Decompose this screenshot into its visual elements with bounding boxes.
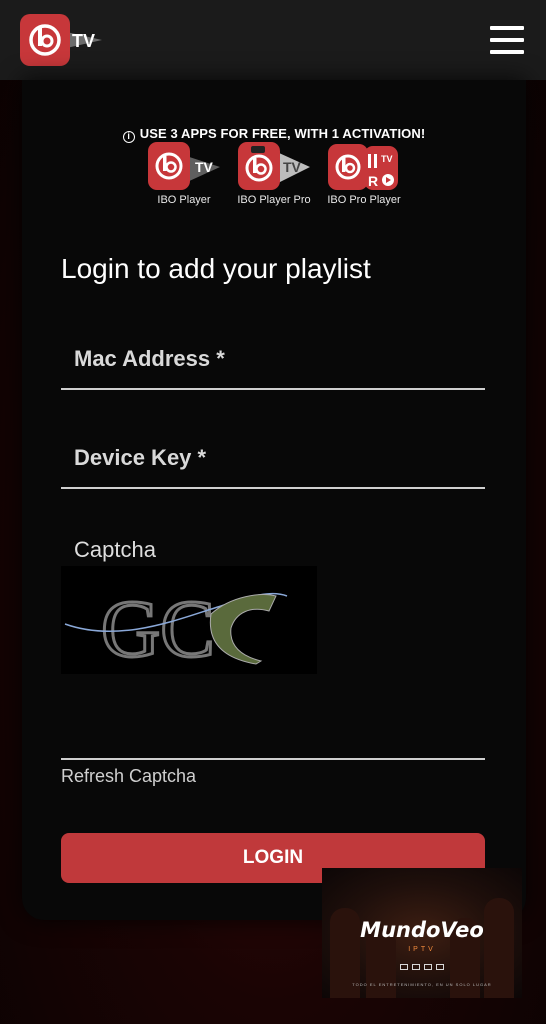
hamburger-menu-icon[interactable]	[490, 26, 524, 54]
app-logo[interactable]: TV	[20, 12, 104, 68]
promo-text: USE 3 APPS FOR FREE, WITH 1 ACTIVATION!	[139, 126, 426, 141]
captcha-input[interactable]	[61, 700, 485, 760]
svg-text:TV: TV	[283, 159, 302, 175]
ad-tagline: TODO EL ENTRETENIMIENTO, EN UN SOLO LUGA…	[352, 982, 492, 987]
mundoveo-ad-banner[interactable]: MundoVeo IPTV TODO EL ENTRETENIMIENTO, E…	[322, 868, 522, 998]
ibo-logo-icon: TV	[20, 14, 102, 66]
svg-text:TV: TV	[195, 159, 214, 175]
mac-address-field[interactable]: Mac Address *	[61, 330, 485, 390]
login-card: i USE 3 APPS FOR FREE, WITH 1 ACTIVATION!…	[22, 80, 526, 920]
ibo-player-logo-icon: TV	[148, 142, 220, 190]
app-caption: IBO Player	[157, 194, 211, 206]
app-ibo-player[interactable]: TV IBO Player	[145, 142, 223, 206]
app-ibo-pro-player[interactable]: TV R IBO Pro Player	[325, 142, 403, 206]
ad-sub: IPTV	[408, 946, 436, 953]
svg-text:TV: TV	[381, 154, 393, 164]
device-key-placeholder: Device Key *	[74, 445, 207, 470]
ibo-pro-player-logo-icon: TV R	[328, 144, 398, 190]
mac-address-placeholder: Mac Address *	[74, 346, 225, 371]
devices-icon	[392, 964, 452, 974]
ibo-player-pro-logo-icon: TV	[238, 142, 310, 190]
refresh-captcha-link[interactable]: Refresh Captcha	[61, 766, 196, 787]
svg-text:GC: GC	[101, 583, 215, 674]
app-ibo-player-pro[interactable]: TV IBO Player Pro	[235, 142, 313, 206]
app-caption: IBO Player Pro	[237, 194, 311, 206]
app-caption: IBO Pro Player	[327, 194, 401, 206]
promo-banner: i USE 3 APPS FOR FREE, WITH 1 ACTIVATION!	[22, 126, 526, 143]
top-bar: TV	[0, 0, 546, 80]
captcha-label: Captcha	[74, 537, 156, 562]
captcha-image: GC	[61, 566, 317, 676]
device-key-field[interactable]: Device Key *	[61, 429, 485, 489]
page-title: Login to add your playlist	[61, 253, 371, 284]
ad-brand: MundoVeo	[360, 918, 484, 942]
svg-text:R: R	[368, 173, 378, 189]
svg-text:TV: TV	[72, 31, 95, 51]
app-list: TV IBO Player TV IBO Player Pro TV R IBO…	[22, 142, 526, 206]
